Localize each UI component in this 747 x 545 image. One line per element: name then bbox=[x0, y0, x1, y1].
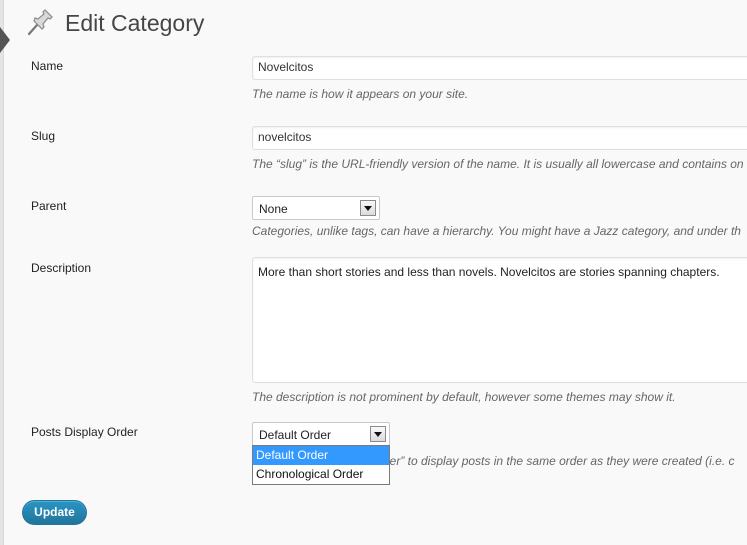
posts-display-order-help-text: rder” to display posts in the same order… bbox=[379, 454, 735, 468]
page-title: Edit Category bbox=[65, 10, 205, 36]
description-help-text: The description is not prominent by defa… bbox=[252, 390, 676, 404]
chevron-down-icon[interactable] bbox=[360, 200, 376, 216]
admin-menu-edge bbox=[0, 0, 4, 545]
name-input[interactable]: Novelcitos bbox=[252, 56, 747, 80]
description-textarea[interactable]: More than short stories and less than no… bbox=[252, 257, 747, 383]
slug-help-text: The “slug” is the URL-friendly version o… bbox=[252, 157, 744, 171]
posts-display-order-select-value: Default Order bbox=[259, 428, 332, 442]
dropdown-option-default-order[interactable]: Default Order bbox=[253, 446, 389, 465]
parent-select[interactable]: None bbox=[252, 196, 380, 220]
slug-input[interactable]: novelcitos bbox=[252, 126, 747, 150]
parent-select-value: None bbox=[259, 202, 288, 216]
update-button[interactable]: Update bbox=[22, 500, 87, 525]
posts-display-order-select[interactable]: Default Order bbox=[252, 422, 390, 446]
name-label: Name bbox=[31, 59, 64, 73]
posts-display-order-label: Posts Display Order bbox=[31, 425, 138, 439]
slug-label: Slug bbox=[31, 129, 56, 143]
description-label: Description bbox=[31, 261, 92, 275]
chevron-down-icon[interactable] bbox=[370, 426, 386, 442]
parent-help-text: Categories, unlike tags, can have a hier… bbox=[252, 224, 741, 238]
pushpin-icon bbox=[27, 9, 53, 36]
name-help-text: The name is how it appears on your site. bbox=[252, 87, 469, 101]
posts-display-order-dropdown[interactable]: Default Order Chronological Order bbox=[252, 445, 390, 485]
parent-label: Parent bbox=[31, 199, 67, 213]
dropdown-option-chronological-order[interactable]: Chronological Order bbox=[253, 465, 389, 484]
current-menu-indicator-icon bbox=[0, 27, 10, 53]
